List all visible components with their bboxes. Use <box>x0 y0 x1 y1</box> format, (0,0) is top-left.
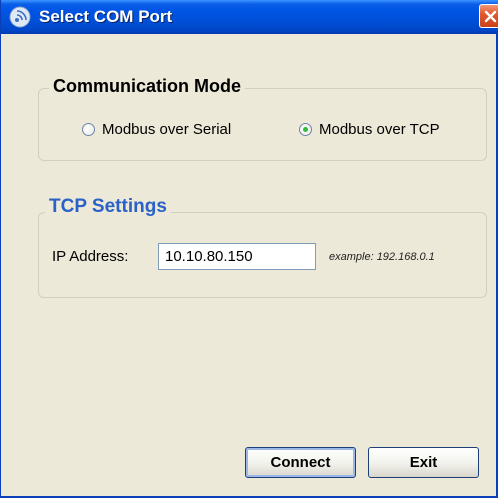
communication-mode-legend: Communication Mode <box>49 76 245 97</box>
radio-button-checked[interactable] <box>299 123 312 136</box>
close-x-icon <box>484 10 497 23</box>
radio-modbus-tcp-label: Modbus over TCP <box>319 121 440 138</box>
ip-address-label: IP Address: <box>52 248 129 265</box>
connect-button[interactable]: Connect <box>245 447 356 478</box>
ip-address-input[interactable] <box>158 243 316 270</box>
close-button[interactable] <box>479 4 498 28</box>
radio-modbus-serial-label: Modbus over Serial <box>102 121 232 138</box>
radio-modbus-tcp[interactable]: Modbus over TCP <box>299 121 440 138</box>
tcp-settings-legend: TCP Settings <box>45 196 171 218</box>
radio-modbus-serial[interactable]: Modbus over Serial <box>82 121 231 138</box>
ip-address-example-hint: example: 192.168.0.1 <box>329 251 435 263</box>
select-com-port-dialog: Select COM Port Communication Mode Modbu… <box>0 0 498 498</box>
title-bar[interactable]: Select COM Port <box>1 0 498 34</box>
radio-button-unchecked[interactable] <box>82 123 95 136</box>
exit-button[interactable]: Exit <box>368 447 479 478</box>
signal-app-icon <box>9 6 31 28</box>
window-title: Select COM Port <box>39 7 173 26</box>
